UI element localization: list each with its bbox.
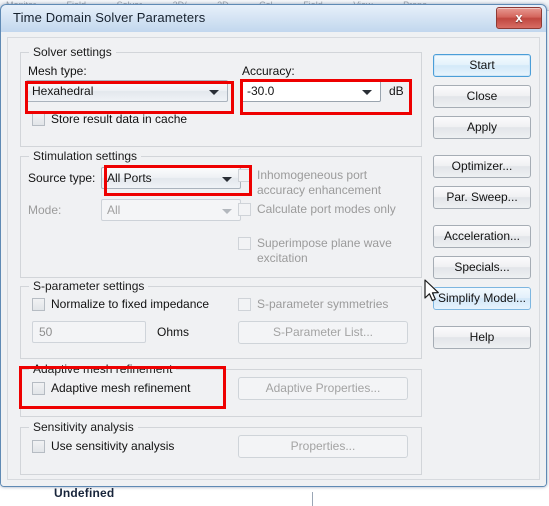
sparameter-list-button[interactable]: S-Parameter List... <box>238 321 408 344</box>
checkbox-box <box>32 440 45 453</box>
dialog-client-area: Solver settings Mesh type: Hexahedral Ac… <box>7 37 540 480</box>
sparameter-list-button-label: S-Parameter List... <box>272 325 374 339</box>
mode-label: Mode: <box>28 203 62 217</box>
close-icon: x <box>515 10 523 25</box>
start-button[interactable]: Start <box>433 54 531 77</box>
source-type-combo[interactable]: All Ports <box>101 167 241 189</box>
checkbox-box <box>238 203 251 216</box>
source-type-label: Source type: <box>28 171 96 185</box>
acceleration-button[interactable]: Acceleration... <box>433 225 531 248</box>
impedance-value: 50 <box>39 325 53 339</box>
accuracy-unit-label: dB <box>389 84 404 98</box>
accuracy-value: -30.0 <box>247 84 275 98</box>
specials-button-label: Specials... <box>454 260 510 274</box>
optimizer-button-label: Optimizer... <box>451 159 513 173</box>
start-button-label: Start <box>469 58 495 72</box>
mesh-type-combo[interactable]: Hexahedral <box>26 80 228 102</box>
checkbox-box <box>32 113 45 126</box>
chevron-down-icon <box>222 209 232 214</box>
checkbox-box <box>238 237 251 250</box>
impedance-input[interactable]: 50 <box>32 321 146 343</box>
adaptive-properties-button[interactable]: Adaptive Properties... <box>238 377 408 400</box>
checkbox-box <box>32 298 45 311</box>
acceleration-button-label: Acceleration... <box>443 229 521 243</box>
chevron-down-icon <box>222 177 232 182</box>
background-status-strip: Undefined <box>0 488 549 506</box>
accuracy-combo[interactable]: -30.0 <box>241 80 381 102</box>
normalize-to-fixed-impedance-label: Normalize to fixed impedance <box>51 297 210 311</box>
specials-button[interactable]: Specials... <box>433 256 531 279</box>
dialog-title: Time Domain Solver Parameters <box>13 10 206 25</box>
sparameter-symmetries-label: S-parameter symmetries <box>257 297 389 311</box>
accuracy-label: Accuracy: <box>242 64 295 78</box>
close-action-button[interactable]: Close <box>433 85 531 108</box>
sensitivity-properties-button-label: Properties... <box>290 439 356 453</box>
inhomogeneous-port-accuracy-label: Inhomogeneous port accuracy enhancement <box>257 168 382 197</box>
sensitivity-analysis-legend: Sensitivity analysis <box>29 420 138 434</box>
mode-combo[interactable]: All <box>101 199 241 221</box>
solver-settings-legend: Solver settings <box>29 45 116 59</box>
source-type-value: All Ports <box>107 171 152 185</box>
time-domain-solver-parameters-dialog: Time Domain Solver Parameters x Solver s… <box>0 4 547 487</box>
checkbox-box <box>238 169 251 182</box>
superimpose-plane-wave-label: Superimpose plane wave excitation <box>257 236 392 265</box>
stimulation-settings-legend: Stimulation settings <box>29 149 142 163</box>
checkbox-box <box>32 382 45 395</box>
store-result-data-in-cache-label: Store result data in cache <box>51 112 188 126</box>
use-sensitivity-analysis-label: Use sensitivity analysis <box>51 439 175 453</box>
background-status-text: Undefined <box>54 488 115 500</box>
apply-button-label: Apply <box>466 120 498 134</box>
help-button[interactable]: Help <box>433 326 531 349</box>
sensitivity-properties-button[interactable]: Properties... <box>238 435 408 458</box>
optimizer-button[interactable]: Optimizer... <box>433 155 531 178</box>
mode-value: All <box>107 203 121 217</box>
sparameter-settings-legend: S-parameter settings <box>29 279 149 293</box>
checkbox-box <box>238 298 251 311</box>
close-action-button-label: Close <box>466 89 498 103</box>
adaptive-mesh-legend: Adaptive mesh refinement <box>29 362 177 376</box>
mesh-type-value: Hexahedral <box>32 84 94 98</box>
chevron-down-icon <box>209 90 219 95</box>
apply-button[interactable]: Apply <box>433 116 531 139</box>
par-sweep-button-label: Par. Sweep... <box>446 190 518 204</box>
simplify-model-button[interactable]: Simplify Model... <box>433 287 531 310</box>
background-divider <box>312 492 313 506</box>
par-sweep-button[interactable]: Par. Sweep... <box>433 186 531 209</box>
help-button-label: Help <box>469 330 495 344</box>
close-button[interactable]: x <box>496 7 542 29</box>
simplify-model-button-label: Simplify Model... <box>437 291 527 305</box>
mesh-type-label: Mesh type: <box>28 64 87 78</box>
ohms-label: Ohms <box>157 325 190 339</box>
dialog-titlebar[interactable]: Time Domain Solver Parameters x <box>1 5 546 33</box>
adaptive-properties-button-label: Adaptive Properties... <box>265 381 381 395</box>
chevron-down-icon <box>362 90 372 95</box>
adaptive-mesh-refinement-label: Adaptive mesh refinement <box>51 381 191 395</box>
calculate-port-modes-only-label: Calculate port modes only <box>257 202 396 216</box>
dialog-body: Solver settings Mesh type: Hexahedral Ac… <box>1 32 546 486</box>
